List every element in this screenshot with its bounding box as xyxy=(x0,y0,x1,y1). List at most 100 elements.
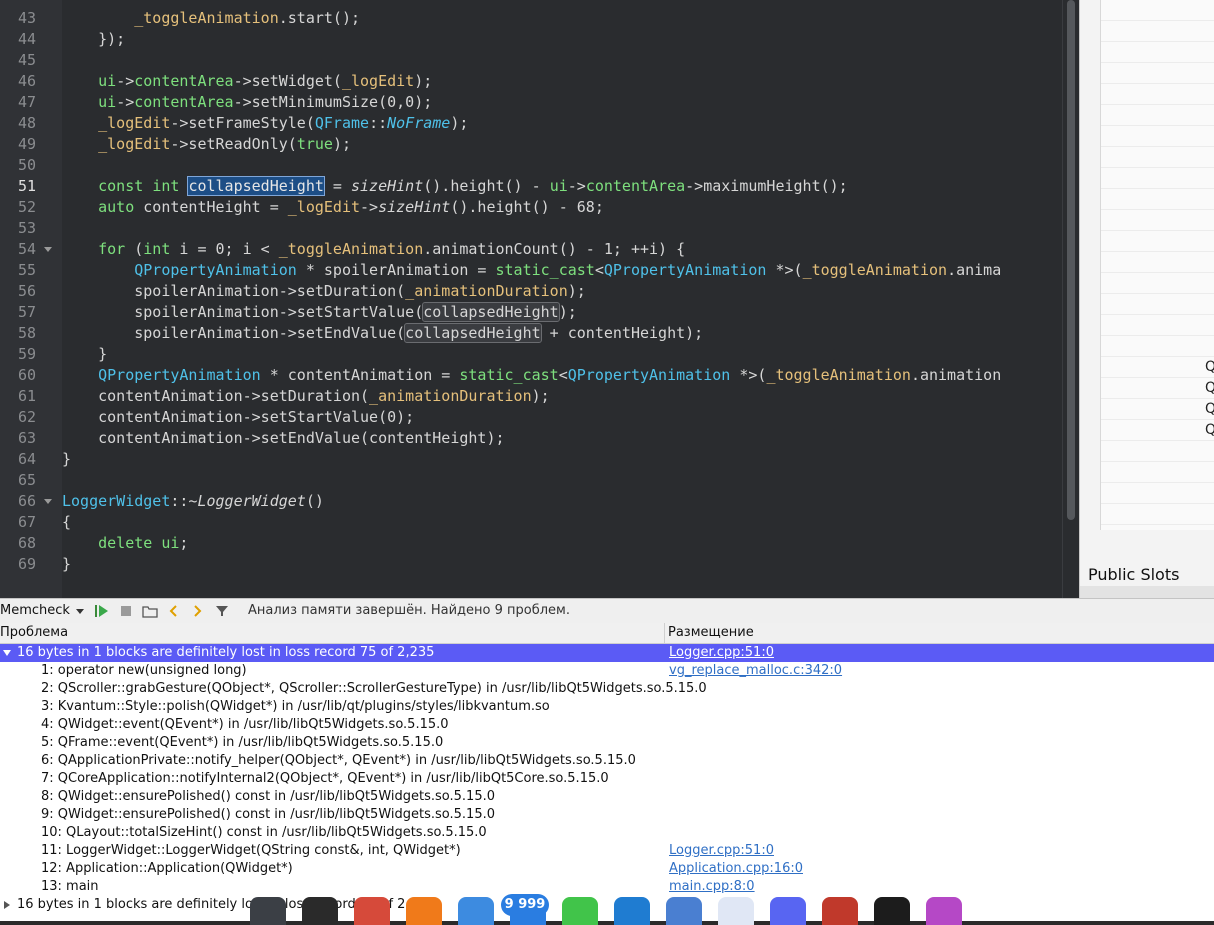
code-editor[interactable]: 43 44 45 46 47 48 49 50 51 52 53 54 55 56 57 58 59 60 61 62… xyxy=(0,0,1079,598)
code-line[interactable] xyxy=(62,218,1063,239)
code-line[interactable]: LoggerWidget::~LoggerWidget() xyxy=(62,491,1063,512)
outline-row[interactable]: Q xyxy=(1101,420,1214,441)
outline-row[interactable] xyxy=(1101,42,1214,63)
code-line[interactable]: }); xyxy=(62,29,1063,50)
outline-row[interactable] xyxy=(1101,21,1214,42)
code-line[interactable]: contentAnimation->setDuration(_animation… xyxy=(62,386,1063,407)
outline-row[interactable] xyxy=(1101,231,1214,252)
code-line[interactable]: spoilerAnimation->setStartValue(collapse… xyxy=(62,302,1063,323)
scrollbar-thumb[interactable] xyxy=(1067,0,1075,520)
location-link[interactable]: Logger.cpp:51:0 xyxy=(669,644,774,662)
line-number: 63 xyxy=(17,429,36,447)
fold-toggle-icon[interactable] xyxy=(44,247,52,252)
stack-frame-row[interactable]: 11: LoggerWidget::LoggerWidget(QString c… xyxy=(0,842,1214,860)
code-token: } xyxy=(62,345,108,363)
stack-frame-row[interactable]: 12: Application::Application(QWidget*) Ap… xyxy=(0,860,1214,878)
stack-frame-row[interactable]: 3: Kvantum::Style::polish(QWidget*) in /… xyxy=(0,698,1214,716)
location-link[interactable]: vg_replace_malloc.c:342:0 xyxy=(669,662,842,680)
code-line[interactable]: delete ui; xyxy=(62,533,1063,554)
location-link[interactable]: Logger.cpp:51:0 xyxy=(669,842,774,860)
memcheck-results-table[interactable]: Проблема Размещение 16 bytes in 1 blocks… xyxy=(0,623,1214,921)
code-line[interactable]: contentAnimation->setEndValue(contentHei… xyxy=(62,428,1063,449)
outline-row[interactable] xyxy=(1101,210,1214,231)
code-line[interactable]: _logEdit->setFrameStyle(QFrame::NoFrame)… xyxy=(62,113,1063,134)
stack-frame-row[interactable]: 7: QCoreApplication::notifyInternal2(QOb… xyxy=(0,770,1214,788)
code-line[interactable] xyxy=(62,50,1063,71)
outline-row[interactable] xyxy=(1101,483,1214,504)
expand-arrow-icon[interactable] xyxy=(3,650,11,656)
stack-frame-row[interactable]: 8: QWidget::ensurePolished() const in /u… xyxy=(0,788,1214,806)
stack-frame-row[interactable]: 6: QApplicationPrivate::notify_helper(QO… xyxy=(0,752,1214,770)
code-line[interactable]: spoilerAnimation->setEndValue(collapsedH… xyxy=(62,323,1063,344)
outline-row[interactable] xyxy=(1101,252,1214,273)
column-header-location[interactable]: Размещение xyxy=(668,625,754,640)
code-line[interactable]: } xyxy=(62,554,1063,575)
code-token: -> xyxy=(360,198,379,216)
code-line[interactable]: QPropertyAnimation * spoilerAnimation = … xyxy=(62,260,1063,281)
outline-row[interactable] xyxy=(1101,0,1214,21)
code-line[interactable]: const int collapsedHeight = sizeHint().h… xyxy=(62,176,1063,197)
previous-icon[interactable] xyxy=(166,603,182,619)
outline-row[interactable] xyxy=(1101,189,1214,210)
code-line[interactable] xyxy=(62,155,1063,176)
outline-row[interactable] xyxy=(1101,84,1214,105)
filter-icon[interactable] xyxy=(214,603,230,619)
outline-row[interactable] xyxy=(1101,147,1214,168)
outline-row[interactable]: Q xyxy=(1101,357,1214,378)
outline-row[interactable]: Q xyxy=(1101,378,1214,399)
code-line[interactable]: spoilerAnimation->setDuration(_animation… xyxy=(62,281,1063,302)
code-line[interactable]: _toggleAnimation.start(); xyxy=(62,8,1063,29)
code-area[interactable]: _toggleAnimation.start(); }); ui->conten… xyxy=(62,0,1063,598)
stack-frame-row[interactable]: 1: operator new(unsigned long) vg_replace… xyxy=(0,662,1214,680)
line-number: 45 xyxy=(17,51,36,69)
stack-frame-row[interactable]: 4: QWidget::event(QEvent*) in /usr/lib/l… xyxy=(0,716,1214,734)
fold-toggle-icon[interactable] xyxy=(44,499,52,504)
code-line[interactable]: ui->contentArea->setWidget(_logEdit); xyxy=(62,71,1063,92)
analyzer-select[interactable]: Memcheck xyxy=(0,602,88,620)
code-token: ); xyxy=(558,303,577,321)
outline-horizontal-scrollbar[interactable] xyxy=(1080,586,1214,598)
column-separator[interactable] xyxy=(664,623,665,643)
location-link[interactable]: Application.cpp:16:0 xyxy=(669,860,803,878)
run-icon[interactable] xyxy=(94,603,110,619)
outline-row[interactable] xyxy=(1101,462,1214,483)
code-line[interactable]: QPropertyAnimation * contentAnimation = … xyxy=(62,365,1063,386)
outline-row[interactable] xyxy=(1101,336,1214,357)
stack-frame-row[interactable]: 2: QScroller::grabGesture(QObject*, QScr… xyxy=(0,680,1214,698)
stack-frame-row[interactable]: 9: QWidget::ensurePolished() const in /u… xyxy=(0,806,1214,824)
code-line[interactable]: } xyxy=(62,344,1063,365)
code-line[interactable]: ui->contentArea->setMinimumSize(0,0); xyxy=(62,92,1063,113)
code-line[interactable]: { xyxy=(62,512,1063,533)
public-slots-label: Public Slots xyxy=(1088,565,1180,584)
code-line[interactable]: for (int i = 0; i < _toggleAnimation.ani… xyxy=(62,239,1063,260)
problem-row[interactable]: 16 bytes in 1 blocks are definitely lost… xyxy=(0,644,1214,662)
code-line[interactable]: contentAnimation->setStartValue(0); xyxy=(62,407,1063,428)
editor-vertical-scrollbar[interactable] xyxy=(1062,0,1079,598)
outline-row[interactable] xyxy=(1101,126,1214,147)
column-header-problem[interactable]: Проблема xyxy=(0,625,68,640)
outline-row[interactable] xyxy=(1101,168,1214,189)
identifier-reference: collapsedHeight xyxy=(422,302,560,322)
stack-frame-row[interactable]: 10: QLayout::totalSizeHint() const in /u… xyxy=(0,824,1214,842)
code-line[interactable]: auto contentHeight = _logEdit->sizeHint(… xyxy=(62,197,1063,218)
code-line[interactable] xyxy=(62,470,1063,491)
collapse-arrow-icon[interactable] xyxy=(4,901,10,909)
outline-row[interactable] xyxy=(1101,273,1214,294)
outline-list[interactable]: QQQQ xyxy=(1100,0,1214,530)
outline-row[interactable] xyxy=(1101,105,1214,126)
next-icon[interactable] xyxy=(189,603,205,619)
stack-frame-row[interactable]: 5: QFrame::event(QEvent*) in /usr/lib/li… xyxy=(0,734,1214,752)
outline-row[interactable] xyxy=(1101,294,1214,315)
outline-row[interactable] xyxy=(1101,441,1214,462)
outline-row[interactable] xyxy=(1101,315,1214,336)
outline-row[interactable] xyxy=(1101,504,1214,525)
outline-row[interactable]: Q xyxy=(1101,399,1214,420)
outline-row[interactable] xyxy=(1101,63,1214,84)
code-line[interactable]: } xyxy=(62,449,1063,470)
stop-icon[interactable] xyxy=(118,603,134,619)
code-line[interactable]: _logEdit->setReadOnly(true); xyxy=(62,134,1063,155)
open-folder-icon[interactable] xyxy=(142,603,158,619)
